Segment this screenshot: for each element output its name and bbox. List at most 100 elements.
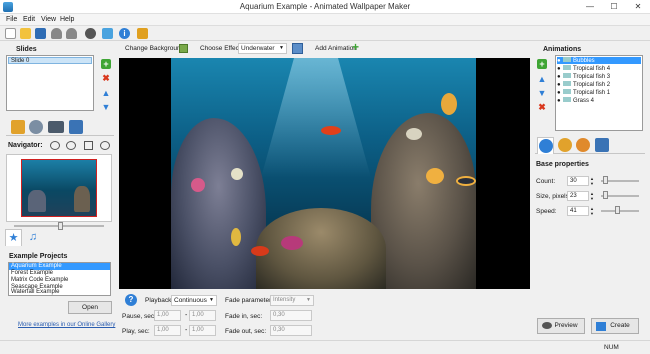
slides-title: Slides	[16, 46, 37, 53]
pause-from-field[interactable]: 1,00	[154, 310, 181, 321]
animation-item[interactable]: ● Tropical fish 2	[557, 81, 641, 88]
animation-item[interactable]: ● Tropical fish 1	[557, 89, 641, 96]
add-animation-plus-icon[interactable]: +	[352, 41, 362, 53]
speed-field[interactable]: 41	[567, 206, 589, 216]
main-toolbar: i	[0, 26, 650, 41]
eye-icon	[542, 322, 552, 329]
image-tab-icon[interactable]	[69, 120, 83, 134]
count-field[interactable]: 30	[567, 176, 589, 186]
move-down-icon[interactable]: ▼	[101, 102, 111, 112]
playback-select[interactable]: Continuous ▼	[171, 295, 217, 306]
slide-item[interactable]: Slide 0	[8, 57, 92, 64]
menu-file[interactable]: File	[6, 16, 17, 23]
redo-icon[interactable]	[66, 28, 77, 39]
close-button[interactable]: ✕	[626, 0, 650, 14]
tab-base-properties[interactable]	[537, 137, 554, 154]
animation-item[interactable]: ● Grass 4	[557, 97, 641, 104]
add-slide-icon[interactable]: +	[101, 59, 111, 69]
info-icon[interactable]: i	[119, 28, 130, 39]
project-item-forest[interactable]: Forest Example	[9, 270, 110, 277]
menu-help[interactable]: Help	[60, 16, 74, 23]
effect-select-value: Underwater	[241, 45, 275, 52]
wallpaper-icon[interactable]	[102, 28, 113, 39]
canvas-area[interactable]	[119, 58, 530, 289]
delete-slide-icon[interactable]: ✖	[101, 73, 111, 83]
count-slider-thumb[interactable]	[603, 176, 608, 184]
color-tab-icon[interactable]	[558, 138, 572, 152]
preview-eye-icon[interactable]	[85, 28, 96, 39]
status-bar: NUM	[0, 340, 650, 354]
undo-icon[interactable]	[51, 28, 62, 39]
help-icon[interactable]: ?	[125, 294, 137, 306]
fade-in-field[interactable]: 0,30	[270, 310, 312, 321]
project-item-matrix[interactable]: Matrix Code Example	[9, 277, 110, 284]
settings-tab-icon[interactable]	[11, 120, 25, 134]
fade-parameter-select[interactable]: Intensity ▼	[270, 295, 314, 306]
fade-out-field[interactable]: 0,30	[270, 325, 312, 336]
fit-icon[interactable]	[84, 141, 93, 150]
add-animation-icon[interactable]: +	[537, 59, 547, 69]
window-title: Aquarium Example - Animated Wallpaper Ma…	[239, 2, 411, 11]
minimize-button[interactable]: —	[578, 0, 602, 14]
project-item-aquarium[interactable]: Aquarium Example	[9, 263, 110, 270]
speed-slider-thumb[interactable]	[615, 206, 620, 214]
zoom-out-icon[interactable]	[66, 141, 76, 150]
navigator-title: Navigator:	[8, 142, 43, 149]
camera-tab-icon[interactable]	[48, 121, 64, 133]
slides-list[interactable]: Slide 0	[6, 55, 94, 111]
animation-item[interactable]: ● Tropical fish 4	[557, 65, 641, 72]
maximize-button[interactable]: ☐	[602, 0, 626, 14]
change-background-icon[interactable]	[179, 44, 188, 53]
example-projects-title: Example Projects	[9, 253, 68, 260]
animation-item[interactable]: ● Bubbles	[557, 57, 641, 64]
actual-size-icon[interactable]	[100, 141, 110, 150]
right-coral-rock	[371, 113, 476, 289]
count-spinner[interactable]: ▲ ▼	[590, 176, 595, 186]
effect-settings-icon[interactable]	[292, 43, 303, 54]
save-icon[interactable]	[35, 28, 46, 39]
menu-edit[interactable]: Edit	[23, 16, 35, 23]
effect-select[interactable]: Underwater ▼	[238, 43, 287, 54]
play-to-field[interactable]: 1,00	[189, 325, 216, 336]
play-from-field[interactable]: 1,00	[154, 325, 181, 336]
clock-tab-icon[interactable]	[29, 120, 43, 134]
new-file-icon[interactable]	[5, 28, 16, 39]
title-bar: Aquarium Example - Animated Wallpaper Ma…	[0, 0, 650, 14]
project-item-waterfall[interactable]: Waterfall Example	[9, 289, 69, 296]
navigator-preview[interactable]	[6, 154, 112, 222]
create-button[interactable]: Create	[591, 318, 639, 334]
move-up-icon[interactable]: ▲	[101, 88, 111, 98]
aquarium-scene	[171, 58, 476, 289]
play-label: Play, sec:	[122, 328, 150, 335]
size-slider-thumb[interactable]	[603, 191, 608, 199]
zoom-slider-thumb[interactable]	[58, 222, 63, 230]
menu-view[interactable]: View	[41, 16, 56, 23]
preview-button-label: Preview	[554, 322, 578, 329]
preview-button[interactable]: Preview	[537, 318, 585, 334]
key-icon[interactable]	[137, 28, 148, 39]
open-folder-icon[interactable]	[20, 28, 31, 39]
favorites-tab-star-icon[interactable]: ★	[5, 229, 22, 246]
size-label: Size, pixels:	[536, 193, 571, 200]
speed-spinner[interactable]: ▲ ▼	[590, 206, 595, 216]
add-animation-label[interactable]: Add Animation	[315, 45, 357, 52]
online-gallery-link[interactable]: More examples in our Online Gallery	[18, 322, 115, 328]
base-properties-title: Base properties	[536, 161, 589, 168]
size-field[interactable]: 23	[567, 191, 589, 201]
playback-select-value: Continuous	[174, 297, 207, 304]
zoom-in-icon[interactable]	[50, 141, 60, 150]
num-lock-indicator: NUM	[604, 344, 619, 351]
size-spinner[interactable]: ▲ ▼	[590, 191, 595, 201]
delete-animation-icon[interactable]: ✖	[537, 102, 547, 112]
area-tab-icon[interactable]	[595, 138, 609, 152]
change-background-label[interactable]: Change Background	[125, 45, 184, 52]
music-tab-icon[interactable]: ♫	[26, 230, 40, 244]
animation-item[interactable]: ● Tropical fish 3	[557, 73, 641, 80]
tropical-fish-yellow	[441, 93, 457, 115]
open-project-button[interactable]: Open	[68, 301, 112, 314]
pause-to-field[interactable]: 1,00	[189, 310, 216, 321]
animation-down-icon[interactable]: ▼	[537, 88, 547, 98]
animation-up-icon[interactable]: ▲	[537, 74, 547, 84]
motion-tab-icon[interactable]	[576, 138, 590, 152]
animations-list[interactable]: ● Bubbles ● Tropical fish 4 ● Tropical fish…	[555, 55, 643, 131]
